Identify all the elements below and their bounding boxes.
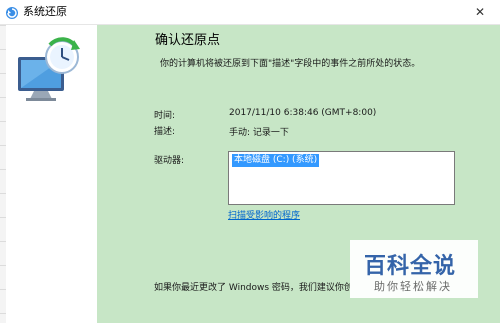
- drives-list[interactable]: 本地磁盘 (C:) (系统): [228, 151, 455, 205]
- title-bar: 系统还原 ✕: [0, 0, 500, 25]
- list-item[interactable]: 本地磁盘 (C:) (系统): [232, 154, 320, 167]
- watermark-logo-text: 百科全说: [364, 254, 457, 279]
- page-title: 确认还原点: [155, 33, 221, 48]
- scan-affected-programs-link[interactable]: 扫描受影响的程序: [228, 208, 300, 221]
- window-title: 系统还原: [23, 5, 67, 18]
- watermark-tagline: 助你轻松解决: [374, 280, 452, 293]
- system-restore-icon: [5, 5, 19, 19]
- watermark: 百科全说 助你轻松解决: [350, 240, 478, 298]
- drives-label: 驱动器:: [154, 156, 185, 166]
- description-value: 手动: 记录一下: [229, 128, 289, 138]
- password-note: 如果你最近更改了 Windows 密码，我们建议你创: [154, 283, 350, 293]
- close-icon: ✕: [474, 5, 486, 19]
- time-value: 2017/11/10 6:38:46 (GMT+8:00): [229, 108, 377, 118]
- background-window-edge: [0, 25, 6, 323]
- time-label: 时间:: [154, 111, 176, 121]
- system-restore-monitor-icon: [14, 37, 84, 103]
- description-text: 你的计算机将被还原到下面"描述"字段中的事件之前所处的状态。: [160, 59, 421, 69]
- description-label: 描述:: [154, 127, 176, 137]
- close-button[interactable]: ✕: [460, 0, 500, 24]
